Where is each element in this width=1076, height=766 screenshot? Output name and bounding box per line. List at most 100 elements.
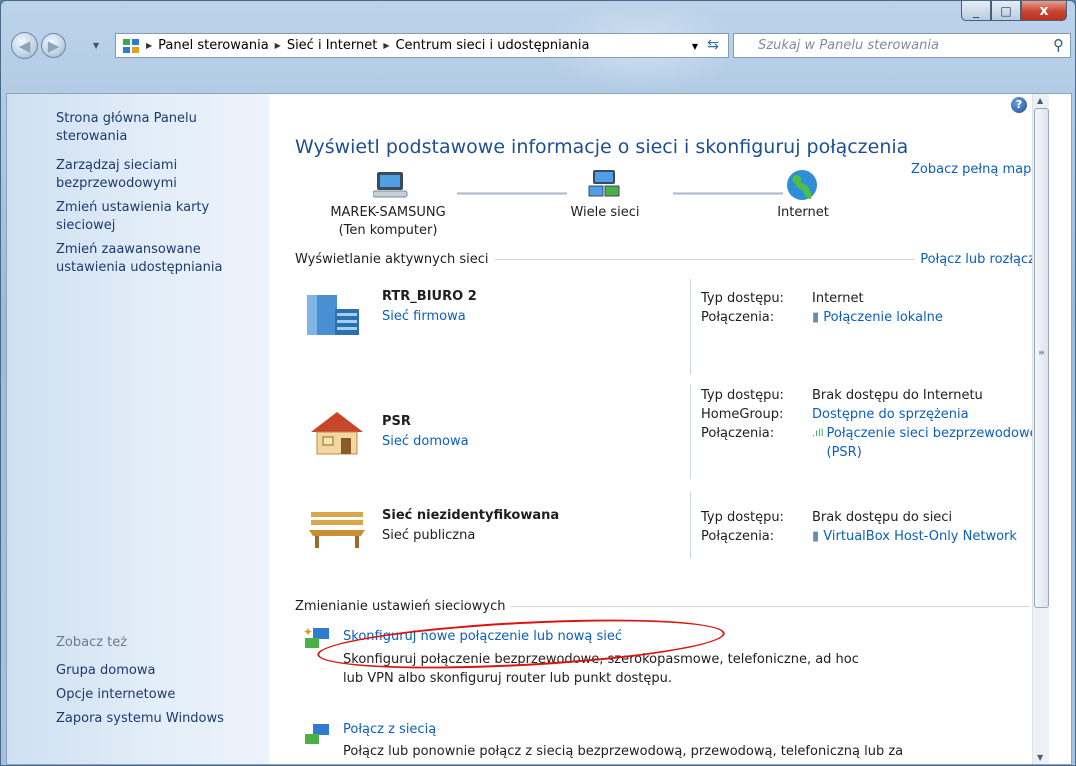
breadcrumb-separator-icon: ▶	[383, 41, 390, 50]
vertical-divider	[690, 279, 691, 374]
scroll-grip-icon: ≡	[1038, 348, 1045, 357]
main-pane: ? Wyświetl podstawowe informacje o sieci…	[269, 94, 1049, 764]
homegroup-label: HomeGroup:	[701, 407, 784, 422]
help-icon[interactable]: ?	[1011, 97, 1027, 113]
connection-link[interactable]: VirtualBox Host-Only Network	[823, 529, 1017, 544]
see-also-label: Zobacz też	[56, 635, 128, 650]
access-type-value: Internet	[812, 291, 864, 306]
back-arrow-icon: ◀	[18, 36, 31, 55]
vertical-divider	[690, 384, 691, 479]
vertical-scrollbar[interactable]: ▲ ≡ ▼	[1032, 94, 1049, 764]
network-properties: Typ dostępu: Internet Połączenia: ▮ Połąc…	[701, 289, 1042, 327]
network-name: Sieć niezidentyfikowana	[382, 508, 560, 523]
task-description: Połącz lub ponownie połącz z siecią bezp…	[343, 744, 904, 759]
access-type-value: Brak dostępu do sieci	[812, 510, 953, 525]
house-icon	[311, 412, 363, 455]
wifi-signal-icon: .ıll	[812, 428, 824, 439]
address-dropdown-icon[interactable]: ▼	[692, 42, 698, 51]
map-internet[interactable]: Internet	[763, 204, 843, 222]
connections-label: Połączenia:	[701, 426, 775, 441]
scroll-down-icon[interactable]: ▼	[1037, 753, 1043, 762]
connect-to-network-link[interactable]: Połącz z siecią	[343, 722, 436, 737]
change-settings-label: Zmienianie ustawień sieciowych	[295, 599, 506, 614]
map-this-computer[interactable]: MAREK-SAMSUNG (Ten komputer)	[313, 204, 463, 240]
network-entry: Sieć niezidentyfikowana Sieć publiczna T…	[295, 492, 1035, 567]
close-button[interactable]: x	[1021, 1, 1067, 21]
history-dropdown-icon[interactable]: ▼	[93, 41, 99, 50]
map-link-line	[457, 192, 567, 195]
computer-subtitle: (Ten komputer)	[338, 223, 438, 238]
network-type: Sieć publiczna	[382, 528, 476, 543]
map-link-line	[673, 192, 783, 195]
forward-button[interactable]: ▶	[41, 33, 66, 58]
network-name-block: RTR_BIURO 2 Sieć firmowa	[382, 287, 477, 327]
breadcrumb-control-panel[interactable]: Panel sterowania	[158, 38, 269, 53]
sidebar-link-control-panel-home[interactable]: Strona główna Panelu sterowania	[56, 110, 246, 146]
ethernet-plug-icon: ▮	[812, 529, 824, 544]
access-type-label: Typ dostępu:	[701, 388, 784, 403]
sidebar-link-windows-firewall[interactable]: Zapora systemu Windows	[56, 710, 246, 728]
back-button[interactable]: ◀	[11, 32, 38, 59]
connect-disconnect-link[interactable]: Połącz lub rozłącz	[920, 252, 1035, 267]
task-connect-network: Połącz z siecią Połącz lub ponownie połą…	[299, 720, 1029, 765]
computer-icon	[373, 172, 408, 198]
breadcrumb-network-internet[interactable]: Sieć i Internet	[287, 38, 378, 53]
network-type-link[interactable]: Sieć domowa	[382, 434, 469, 449]
search-icon[interactable]: ⚲	[1053, 36, 1064, 54]
access-type-value: Brak dostępu do Internetu	[812, 388, 983, 403]
multiple-networks-icon	[588, 170, 620, 197]
sidebar: Strona główna Panelu sterowania Zarządza…	[7, 94, 269, 764]
sidebar-link-manage-wireless[interactable]: Zarządzaj sieciami bezprzewodowymi	[56, 157, 246, 193]
homegroup-link[interactable]: Dostępne do sprzężenia	[812, 407, 969, 422]
breadcrumb-network-center[interactable]: Centrum sieci i udostępniania	[395, 38, 589, 53]
section-rule	[494, 259, 915, 260]
network-type-link[interactable]: Sieć firmowa	[382, 309, 466, 324]
map-multiple-networks[interactable]: Wiele sieci	[545, 204, 665, 222]
page-title: Wyświetl podstawowe informacje o sieci i…	[295, 136, 909, 158]
sidebar-link-advanced-sharing[interactable]: Zmień zaawansowane ustawienia udostępnia…	[56, 241, 256, 277]
sidebar-link-internet-options[interactable]: Opcje internetowe	[56, 686, 246, 704]
search-placeholder: Szukaj w Panelu sterowania	[758, 38, 939, 53]
caption-buttons: _ □ x	[961, 1, 1067, 21]
minimize-button[interactable]: _	[961, 1, 991, 21]
network-name: PSR	[382, 414, 411, 429]
connections-label: Połączenia:	[701, 529, 775, 544]
network-properties: Typ dostępu: Brak dostępu do Internetu Ho…	[701, 386, 1042, 462]
content-area: Strona główna Panelu sterowania Zarządza…	[6, 93, 1072, 765]
network-name-block: Sieć niezidentyfikowana Sieć publiczna	[382, 506, 559, 546]
network-map: MAREK-SAMSUNG (Ten komputer) Wiele sieci…	[295, 168, 1015, 248]
network-entry: PSR Sieć domowa Typ dostępu: Brak dostępu…	[295, 384, 1041, 479]
search-box[interactable]: Szukaj w Panelu sterowania ⚲	[733, 33, 1071, 58]
computer-name: MAREK-SAMSUNG	[330, 205, 446, 220]
connections-label: Połączenia:	[701, 310, 775, 325]
scrollbar-thumb[interactable]	[1034, 108, 1049, 608]
maximize-button[interactable]: □	[991, 1, 1021, 21]
sidebar-link-adapter-settings[interactable]: Zmień ustawienia karty sieciowej	[56, 199, 246, 235]
network-entry: RTR_BIURO 2 Sieć firmowa Typ dostępu: Int…	[295, 279, 1035, 374]
change-settings-header: Zmienianie ustawień sieciowych	[295, 599, 1035, 614]
scroll-up-icon[interactable]: ▲	[1037, 96, 1043, 105]
network-name-block: PSR Sieć domowa	[382, 412, 469, 452]
connection-link[interactable]: Połączenie lokalne	[823, 310, 943, 325]
svg-text:✦: ✦	[303, 626, 313, 639]
sidebar-link-homegroup[interactable]: Grupa domowa	[56, 662, 246, 680]
connection-link[interactable]: Połączenie sieci bezprzewodowej (PSR)	[827, 424, 1042, 462]
access-type-label: Typ dostępu:	[701, 510, 784, 525]
active-networks-header: Wyświetlanie aktywnych sieci Połącz lub …	[295, 252, 1035, 267]
network-name: RTR_BIURO 2	[382, 289, 477, 304]
connect-network-icon	[305, 724, 329, 744]
access-type-label: Typ dostępu:	[701, 291, 784, 306]
breadcrumb-separator-icon: ▶	[146, 41, 153, 50]
see-also-section: Zobacz też Grupa domowa Opcje internetow…	[56, 634, 246, 734]
active-networks-label: Wyświetlanie aktywnych sieci	[295, 252, 489, 267]
control-panel-icon	[123, 38, 139, 53]
address-bar[interactable]: ▶ Panel sterowania ▶ Sieć i Internet ▶ C…	[115, 33, 729, 58]
network-properties: Typ dostępu: Brak dostępu do sieci Połącz…	[701, 508, 1042, 546]
office-building-icon	[307, 295, 359, 335]
globe-icon	[787, 170, 817, 200]
section-rule	[511, 606, 1029, 607]
refresh-icon[interactable]: ⇆	[702, 37, 724, 55]
ethernet-plug-icon: ▮	[812, 310, 824, 325]
park-bench-icon	[309, 512, 365, 548]
forward-arrow-icon: ▶	[47, 36, 60, 55]
